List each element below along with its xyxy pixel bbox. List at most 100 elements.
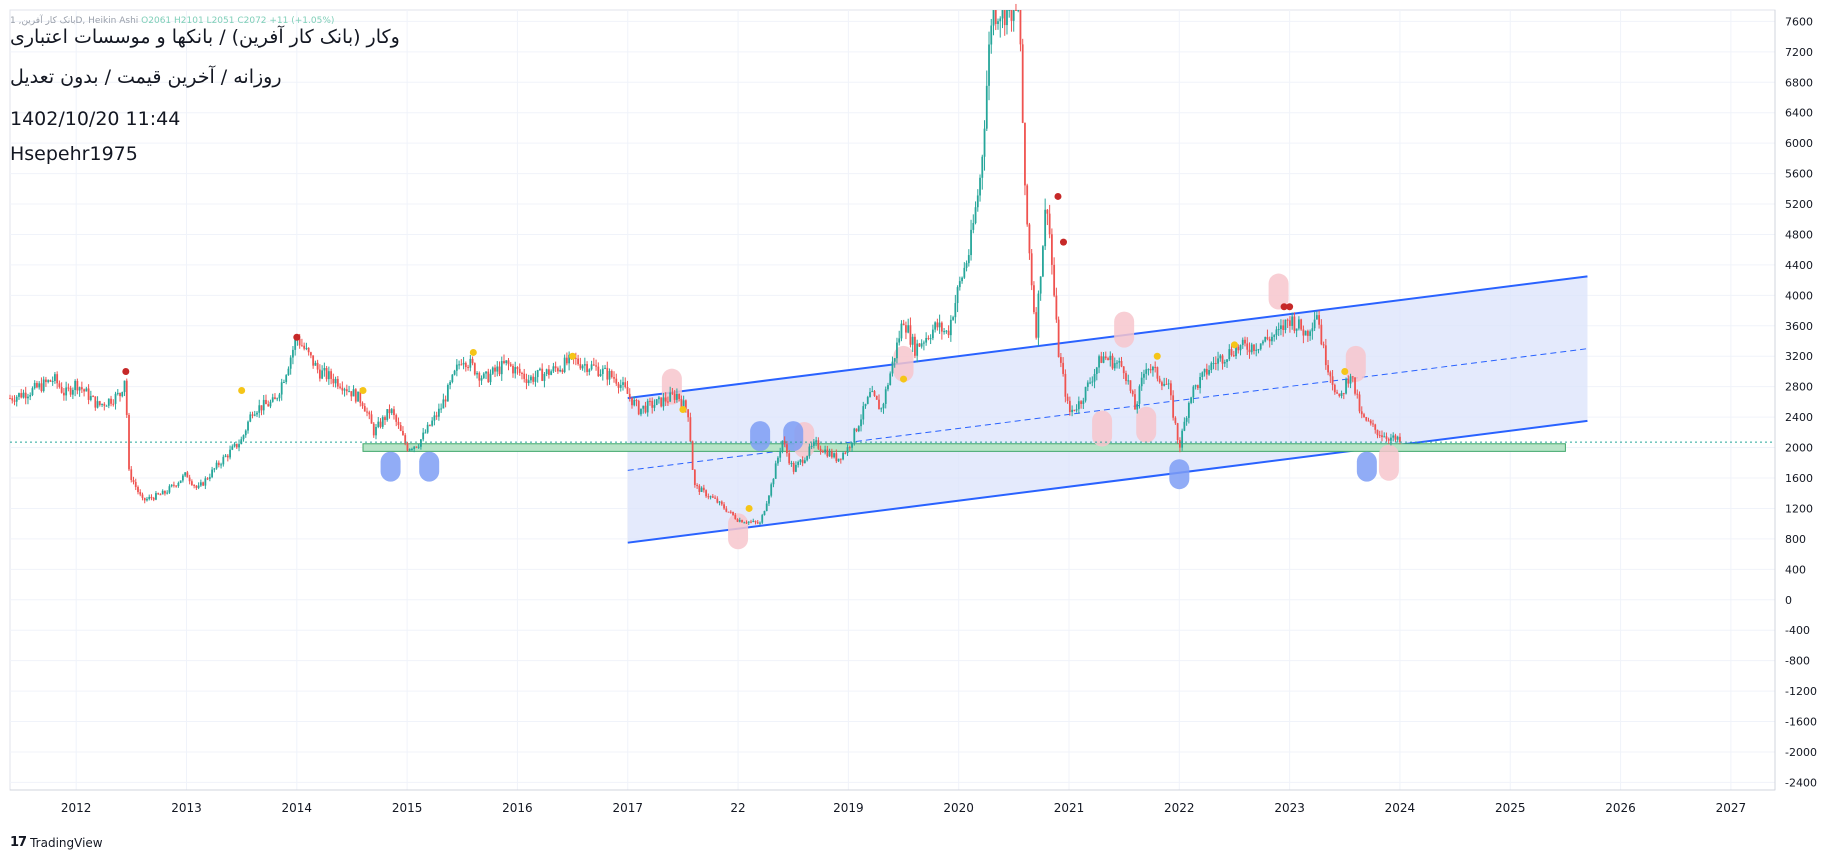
candle-body bbox=[276, 398, 279, 400]
candle-body bbox=[1046, 209, 1049, 214]
candle-body bbox=[943, 331, 946, 333]
candle-body bbox=[725, 508, 728, 512]
candle-body bbox=[884, 389, 887, 404]
candle-body bbox=[689, 417, 692, 442]
candle-body bbox=[590, 364, 593, 370]
candle-body bbox=[642, 405, 645, 409]
candle-body bbox=[395, 415, 398, 422]
blue-marker bbox=[380, 451, 401, 482]
candle-body bbox=[1071, 409, 1074, 413]
candle-body bbox=[471, 358, 474, 364]
candle-body bbox=[967, 255, 970, 264]
candle-body bbox=[244, 430, 247, 436]
candle-body bbox=[388, 409, 391, 414]
candle-body bbox=[98, 401, 101, 405]
candle-body bbox=[27, 396, 29, 399]
candle-body bbox=[1174, 417, 1177, 424]
candle-body bbox=[561, 369, 564, 372]
candle-body bbox=[1111, 355, 1114, 369]
candle-body bbox=[1152, 366, 1154, 371]
candle-body bbox=[1107, 358, 1109, 360]
candle-body bbox=[1273, 335, 1276, 337]
candle-body bbox=[1176, 423, 1179, 441]
candle-body bbox=[184, 472, 187, 476]
candle-body bbox=[1228, 349, 1231, 360]
candle-body bbox=[1313, 319, 1316, 329]
candle-body bbox=[559, 369, 562, 372]
candle-body bbox=[1378, 435, 1381, 437]
candle-body bbox=[13, 400, 16, 402]
candle-body bbox=[738, 520, 741, 522]
candle-body bbox=[220, 464, 222, 466]
candle-body bbox=[112, 403, 115, 405]
candle-body bbox=[215, 462, 218, 469]
symbol-legend[interactable]: بانک کار آفرین, 1D, Heikin Ashi O2061 H2… bbox=[10, 16, 334, 26]
candle-body bbox=[891, 361, 894, 374]
candle-body bbox=[808, 446, 811, 457]
candle-body bbox=[961, 277, 963, 282]
candle-body bbox=[842, 452, 844, 460]
y-tick-label: 4000 bbox=[1785, 289, 1813, 302]
candle-body bbox=[662, 397, 665, 407]
red-signal-dot bbox=[1054, 192, 1062, 200]
y-axis[interactable]: 7600720068006400600056005200480044004000… bbox=[1774, 10, 1817, 790]
candle-body bbox=[467, 367, 469, 369]
candle-body bbox=[1125, 373, 1127, 381]
candle-body bbox=[833, 453, 835, 458]
price-chart[interactable]: 7600720068006400600056005200480044004000… bbox=[0, 0, 1840, 854]
candle-body bbox=[1028, 224, 1031, 254]
candle-body bbox=[956, 287, 959, 304]
candle-body bbox=[743, 522, 746, 524]
candle-body bbox=[595, 365, 597, 367]
candle-body bbox=[1095, 367, 1098, 374]
candle-body bbox=[1154, 366, 1157, 368]
candle-body bbox=[103, 403, 106, 406]
candle-body bbox=[1118, 361, 1121, 363]
candle-body bbox=[970, 229, 972, 256]
candle-body bbox=[1089, 382, 1091, 384]
candle-body bbox=[1230, 349, 1233, 356]
candle-body bbox=[597, 366, 600, 377]
candle-body bbox=[1021, 44, 1024, 123]
candle-body bbox=[357, 391, 359, 402]
candle-body bbox=[754, 520, 757, 523]
candle-body bbox=[406, 443, 409, 451]
candle-body bbox=[945, 330, 948, 332]
candle-body bbox=[610, 371, 613, 378]
candle-body bbox=[258, 405, 261, 413]
x-axis[interactable]: 2012 2013 2014 2015 2016 2017 22 2019 2020 2021 20… bbox=[10, 789, 1775, 815]
x-tick-label: 2022 bbox=[1164, 801, 1195, 815]
candle-body bbox=[696, 485, 699, 487]
candle-body bbox=[473, 363, 476, 375]
candle-body bbox=[159, 494, 162, 496]
candle-body bbox=[530, 376, 532, 381]
yellow-signal-dot bbox=[1153, 352, 1161, 360]
candle-body bbox=[1068, 400, 1071, 413]
chart-datetime: 1402/10/20 11:44 bbox=[10, 108, 181, 130]
candle-body bbox=[1268, 339, 1271, 342]
candle-body bbox=[271, 397, 274, 402]
candle-body bbox=[233, 443, 236, 447]
candle-body bbox=[525, 378, 528, 384]
candle-body bbox=[718, 501, 721, 503]
candle-body bbox=[289, 357, 292, 369]
candle-body bbox=[449, 381, 452, 385]
candle-body bbox=[222, 456, 225, 465]
candle-body bbox=[350, 391, 353, 397]
candle-body bbox=[640, 408, 642, 415]
candle-body bbox=[1271, 336, 1273, 342]
candle-body bbox=[47, 380, 50, 382]
y-tick-label: 6400 bbox=[1785, 107, 1813, 120]
candle-body bbox=[983, 128, 986, 157]
tradingview-brand[interactable]: 17 TradingView bbox=[10, 835, 103, 850]
candle-body bbox=[860, 419, 862, 427]
candle-body bbox=[274, 397, 276, 400]
candle-body bbox=[1315, 315, 1318, 320]
candle-body bbox=[604, 367, 606, 369]
candle-body bbox=[476, 372, 478, 375]
candle-body bbox=[415, 446, 418, 448]
candle-body bbox=[853, 428, 856, 443]
candle-body bbox=[1050, 234, 1053, 265]
candle-body bbox=[204, 478, 207, 486]
candle-body bbox=[644, 405, 647, 413]
